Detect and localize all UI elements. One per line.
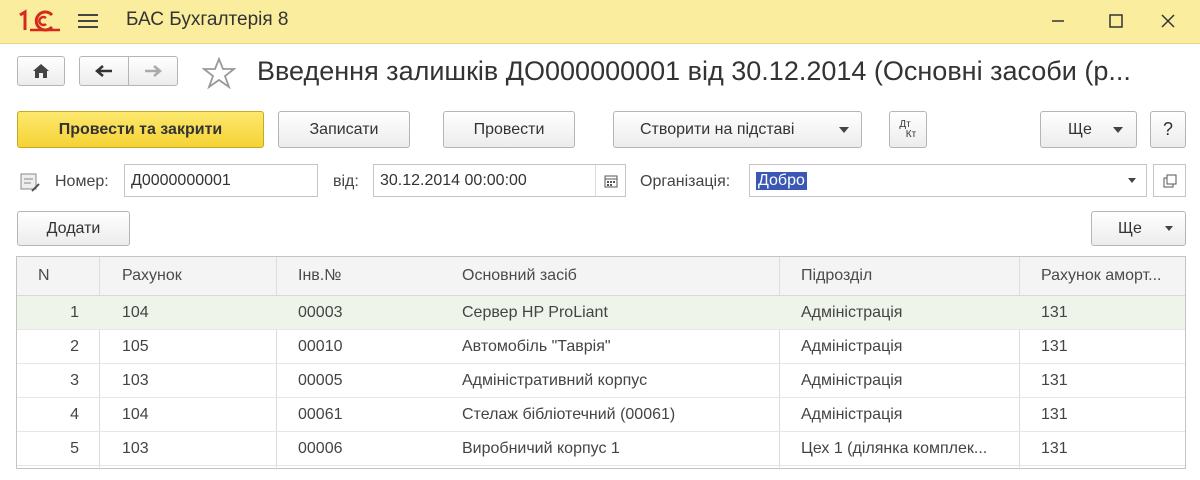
chevron-down-icon (839, 127, 849, 133)
row-number: 1 (70, 304, 79, 321)
organization-field[interactable]: Добро (749, 164, 1147, 197)
add-row-button[interactable]: Додати (17, 211, 130, 246)
fixed-asset-cell: Виробничий корпус 1 (462, 440, 620, 457)
inventory-number-cell: 00061 (298, 406, 343, 423)
fixed-asset-cell: Сервер HP ProLiant (462, 304, 608, 321)
column-header-inventory-number[interactable]: Інв.№ (298, 267, 341, 285)
account-cell: 103 (122, 372, 149, 389)
organization-dropdown-button[interactable] (1118, 165, 1146, 196)
back-button[interactable] (79, 56, 129, 86)
minimize-icon (1052, 20, 1064, 22)
column-header-account[interactable]: Рахунок (122, 267, 182, 285)
home-icon (33, 64, 49, 78)
1c-logo-icon (19, 9, 60, 32)
calendar-button[interactable] (595, 165, 625, 196)
arrow-left-icon (95, 65, 112, 77)
window-titlebar: БАС Бухгалтерія 8 (0, 0, 1200, 44)
create-based-on-label: Створити на підставі (640, 120, 795, 138)
close-button[interactable] (1148, 6, 1188, 36)
more-label: Ще (1068, 120, 1092, 138)
open-organization-button[interactable] (1153, 164, 1186, 197)
number-label: Номер: (55, 173, 109, 190)
account-cell: 104 (122, 406, 149, 423)
table-more-button[interactable]: Ще (1091, 211, 1186, 246)
fixed-asset-cell: Адміністративний корпус (462, 372, 648, 389)
arrow-right-icon (145, 65, 162, 77)
maximize-icon (1109, 14, 1123, 28)
depreciation-account-cell: 131 (1041, 304, 1068, 321)
row-number: 3 (70, 372, 79, 389)
column-header-depreciation-account[interactable]: Рахунок аморт... (1041, 267, 1171, 285)
inventory-number-cell: 00005 (298, 372, 343, 389)
fixed-asset-cell: Стелаж бібліотечний (00061) (462, 406, 676, 423)
department-cell: Адміністрація (801, 406, 903, 423)
number-field[interactable]: Д0000000001 (124, 164, 318, 197)
depreciation-account-cell: 131 (1041, 406, 1068, 423)
star-icon[interactable] (202, 57, 236, 89)
account-cell: 103 (122, 440, 149, 457)
document-edit-icon (20, 173, 40, 192)
fixed-asset-cell: Автомобіль "Таврія" (462, 338, 611, 355)
date-field[interactable]: 30.12.2014 00:00:00 (373, 164, 626, 197)
department-cell: Адміністрація (801, 372, 903, 389)
kt-label: Кт (905, 128, 917, 140)
chevron-down-icon (1113, 127, 1123, 133)
row-number: 4 (70, 406, 79, 423)
dt-kt-button[interactable]: Дт Кт (889, 111, 927, 148)
department-cell: Цех 1 (ділянка комплек... (801, 440, 988, 457)
fixed-assets-table[interactable]: N Рахунок Інв.№ Основний засіб Підрозділ… (16, 256, 1186, 470)
open-form-icon (1163, 174, 1176, 187)
table-row[interactable]: 2 105 00010 Автомобіль "Таврія" Адміністраці… (17, 330, 1185, 364)
chevron-down-icon (1128, 178, 1136, 183)
app-title: БАС Бухгалтерія 8 (126, 9, 289, 30)
table-header: N Рахунок Інв.№ Основний засіб Підрозділ… (17, 257, 1185, 296)
inventory-number-cell: 00006 (298, 440, 343, 457)
document-title: Введення залишків ДО000000001 від 30.12.… (257, 56, 1131, 86)
account-cell: 105 (122, 338, 149, 355)
organization-value: Добро (756, 171, 807, 190)
depreciation-account-cell: 131 (1041, 372, 1068, 389)
more-button[interactable]: Ще (1040, 111, 1137, 148)
column-header-fixed-asset[interactable]: Основний засіб (462, 267, 577, 285)
table-row[interactable]: 4 104 00061 Стелаж бібліотечний (00061) Адмі… (17, 398, 1185, 432)
chevron-down-icon (1165, 226, 1173, 231)
date-label: від: (333, 173, 359, 190)
account-cell: 104 (122, 304, 149, 321)
minimize-button[interactable] (1038, 6, 1078, 36)
organization-label: Організація: (640, 173, 731, 190)
depreciation-account-cell: 131 (1041, 440, 1068, 457)
dt-label: Дт (899, 118, 911, 130)
department-cell: Адміністрація (801, 304, 903, 321)
row-number: 5 (70, 440, 79, 457)
post-button[interactable]: Провести (443, 111, 575, 148)
inventory-number-cell: 00003 (298, 304, 343, 321)
column-header-n[interactable]: N (38, 267, 50, 285)
home-button[interactable] (17, 56, 65, 86)
create-based-on-button[interactable]: Створити на підставі (613, 111, 862, 148)
depreciation-account-cell: 131 (1041, 338, 1068, 355)
table-row[interactable]: 1 104 00003 Сервер HP ProLiant Адміністрація… (17, 296, 1185, 330)
table-row[interactable]: 5 103 00006 Виробничий корпус 1 Цех 1 (ділян… (17, 432, 1185, 466)
calendar-icon (604, 175, 617, 187)
forward-button[interactable] (128, 56, 178, 86)
inventory-number-cell: 00010 (298, 338, 343, 355)
department-cell: Адміністрація (801, 338, 903, 355)
close-icon (1161, 14, 1175, 28)
save-button[interactable]: Записати (278, 111, 410, 148)
column-header-department[interactable]: Підрозділ (801, 267, 872, 285)
maximize-button[interactable] (1096, 6, 1136, 36)
help-button[interactable]: ? (1150, 111, 1186, 148)
post-and-close-button[interactable]: Провести та закрити (17, 111, 264, 148)
table-row[interactable]: 3 103 00005 Адміністративний корпус Адмініст… (17, 364, 1185, 398)
date-value: 30.12.2014 00:00:00 (380, 171, 527, 189)
main-menu-button[interactable] (78, 12, 100, 30)
row-number: 2 (70, 338, 79, 355)
table-more-label: Ще (1118, 219, 1142, 237)
